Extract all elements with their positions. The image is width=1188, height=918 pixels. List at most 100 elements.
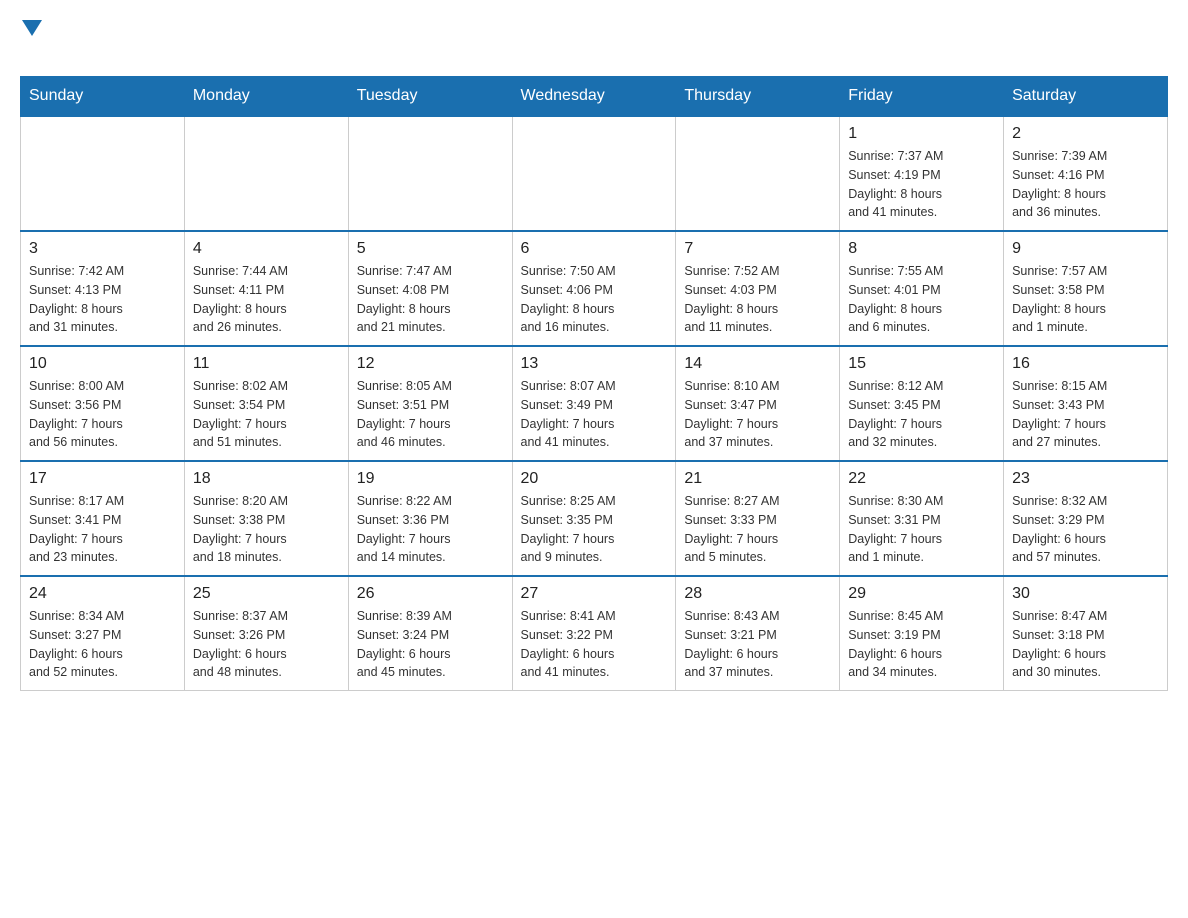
day-info: Sunrise: 7:50 AM Sunset: 4:06 PM Dayligh… (521, 262, 668, 337)
calendar-day: 12 Sunrise: 8:05 AM Sunset: 3:51 PM Dayli… (348, 346, 512, 461)
calendar-day: 9 Sunrise: 7:57 AM Sunset: 3:58 PM Daylig… (1004, 231, 1168, 346)
day-number: 1 (848, 125, 995, 143)
day-header-friday: Friday (840, 77, 1004, 117)
calendar-day: 4 Sunrise: 7:44 AM Sunset: 4:11 PM Daylig… (184, 231, 348, 346)
day-number: 6 (521, 240, 668, 258)
day-info: Sunrise: 8:07 AM Sunset: 3:49 PM Dayligh… (521, 377, 668, 452)
calendar-week-row: 17 Sunrise: 8:17 AM Sunset: 3:41 PM Dayli… (21, 461, 1168, 576)
calendar-day: 6 Sunrise: 7:50 AM Sunset: 4:06 PM Daylig… (512, 231, 676, 346)
calendar-day (348, 116, 512, 231)
day-number: 16 (1012, 355, 1159, 373)
calendar-day: 17 Sunrise: 8:17 AM Sunset: 3:41 PM Dayli… (21, 461, 185, 576)
calendar-day: 24 Sunrise: 8:34 AM Sunset: 3:27 PM Dayli… (21, 576, 185, 691)
day-header-thursday: Thursday (676, 77, 840, 117)
day-info: Sunrise: 7:39 AM Sunset: 4:16 PM Dayligh… (1012, 147, 1159, 222)
calendar-day: 19 Sunrise: 8:22 AM Sunset: 3:36 PM Dayli… (348, 461, 512, 576)
day-info: Sunrise: 8:37 AM Sunset: 3:26 PM Dayligh… (193, 607, 340, 682)
day-info: Sunrise: 8:47 AM Sunset: 3:18 PM Dayligh… (1012, 607, 1159, 682)
day-info: Sunrise: 7:55 AM Sunset: 4:01 PM Dayligh… (848, 262, 995, 337)
day-info: Sunrise: 8:43 AM Sunset: 3:21 PM Dayligh… (684, 607, 831, 682)
day-header-saturday: Saturday (1004, 77, 1168, 117)
day-number: 29 (848, 585, 995, 603)
day-info: Sunrise: 8:39 AM Sunset: 3:24 PM Dayligh… (357, 607, 504, 682)
day-info: Sunrise: 8:20 AM Sunset: 3:38 PM Dayligh… (193, 492, 340, 567)
day-number: 4 (193, 240, 340, 258)
day-number: 17 (29, 470, 176, 488)
day-info: Sunrise: 7:37 AM Sunset: 4:19 PM Dayligh… (848, 147, 995, 222)
calendar-week-row: 3Sunrise: 7:42 AM Sunset: 4:13 PM Daylig… (21, 231, 1168, 346)
day-header-tuesday: Tuesday (348, 77, 512, 117)
day-number: 15 (848, 355, 995, 373)
day-number: 30 (1012, 585, 1159, 603)
calendar-day: 10 Sunrise: 8:00 AM Sunset: 3:56 PM Dayli… (21, 346, 185, 461)
day-number: 13 (521, 355, 668, 373)
day-info: Sunrise: 7:47 AM Sunset: 4:08 PM Dayligh… (357, 262, 504, 337)
day-number: 12 (357, 355, 504, 373)
calendar-day: 1 Sunrise: 7:37 AM Sunset: 4:19 PM Daylig… (840, 116, 1004, 231)
day-info: Sunrise: 8:25 AM Sunset: 3:35 PM Dayligh… (521, 492, 668, 567)
calendar-day: 5Sunrise: 7:47 AM Sunset: 4:08 PM Daylig… (348, 231, 512, 346)
calendar-day: 3Sunrise: 7:42 AM Sunset: 4:13 PM Daylig… (21, 231, 185, 346)
day-number: 8 (848, 240, 995, 258)
calendar-day: 25 Sunrise: 8:37 AM Sunset: 3:26 PM Dayli… (184, 576, 348, 691)
calendar-week-row: 1 Sunrise: 7:37 AM Sunset: 4:19 PM Daylig… (21, 116, 1168, 231)
day-number: 22 (848, 470, 995, 488)
calendar-table: SundayMondayTuesdayWednesdayThursdayFrid… (20, 76, 1168, 691)
calendar-day: 14 Sunrise: 8:10 AM Sunset: 3:47 PM Dayli… (676, 346, 840, 461)
day-number: 27 (521, 585, 668, 603)
calendar-day: 30 Sunrise: 8:47 AM Sunset: 3:18 PM Dayli… (1004, 576, 1168, 691)
calendar-day: 21Sunrise: 8:27 AM Sunset: 3:33 PM Dayli… (676, 461, 840, 576)
day-header-monday: Monday (184, 77, 348, 117)
calendar-day: 29 Sunrise: 8:45 AM Sunset: 3:19 PM Dayli… (840, 576, 1004, 691)
calendar-day: 7 Sunrise: 7:52 AM Sunset: 4:03 PM Daylig… (676, 231, 840, 346)
calendar-day: 8 Sunrise: 7:55 AM Sunset: 4:01 PM Daylig… (840, 231, 1004, 346)
calendar-day: 20 Sunrise: 8:25 AM Sunset: 3:35 PM Dayli… (512, 461, 676, 576)
day-number: 25 (193, 585, 340, 603)
calendar-day: 15 Sunrise: 8:12 AM Sunset: 3:45 PM Dayli… (840, 346, 1004, 461)
calendar-week-row: 10 Sunrise: 8:00 AM Sunset: 3:56 PM Dayli… (21, 346, 1168, 461)
calendar-day: 16Sunrise: 8:15 AM Sunset: 3:43 PM Dayli… (1004, 346, 1168, 461)
calendar-day: 18 Sunrise: 8:20 AM Sunset: 3:38 PM Dayli… (184, 461, 348, 576)
day-info: Sunrise: 8:05 AM Sunset: 3:51 PM Dayligh… (357, 377, 504, 452)
day-info: Sunrise: 7:44 AM Sunset: 4:11 PM Dayligh… (193, 262, 340, 337)
calendar-header-row: SundayMondayTuesdayWednesdayThursdayFrid… (21, 77, 1168, 117)
day-info: Sunrise: 8:41 AM Sunset: 3:22 PM Dayligh… (521, 607, 668, 682)
day-number: 24 (29, 585, 176, 603)
calendar-day (184, 116, 348, 231)
day-info: Sunrise: 8:12 AM Sunset: 3:45 PM Dayligh… (848, 377, 995, 452)
day-number: 7 (684, 240, 831, 258)
day-info: Sunrise: 8:17 AM Sunset: 3:41 PM Dayligh… (29, 492, 176, 567)
day-info: Sunrise: 8:45 AM Sunset: 3:19 PM Dayligh… (848, 607, 995, 682)
day-number: 19 (357, 470, 504, 488)
day-number: 11 (193, 355, 340, 373)
day-info: Sunrise: 8:00 AM Sunset: 3:56 PM Dayligh… (29, 377, 176, 452)
day-number: 23 (1012, 470, 1159, 488)
day-number: 18 (193, 470, 340, 488)
day-number: 14 (684, 355, 831, 373)
day-info: Sunrise: 7:52 AM Sunset: 4:03 PM Dayligh… (684, 262, 831, 337)
day-number: 10 (29, 355, 176, 373)
calendar-day: 26 Sunrise: 8:39 AM Sunset: 3:24 PM Dayli… (348, 576, 512, 691)
day-info: Sunrise: 7:42 AM Sunset: 4:13 PM Dayligh… (29, 262, 176, 337)
calendar-day (512, 116, 676, 231)
calendar-day (676, 116, 840, 231)
day-number: 9 (1012, 240, 1159, 258)
day-info: Sunrise: 8:27 AM Sunset: 3:33 PM Dayligh… (684, 492, 831, 567)
page-header (20, 20, 1168, 66)
day-header-sunday: Sunday (21, 77, 185, 117)
calendar-day (21, 116, 185, 231)
calendar-day: 23Sunrise: 8:32 AM Sunset: 3:29 PM Dayli… (1004, 461, 1168, 576)
day-number: 2 (1012, 125, 1159, 143)
calendar-day: 11 Sunrise: 8:02 AM Sunset: 3:54 PM Dayli… (184, 346, 348, 461)
day-info: Sunrise: 7:57 AM Sunset: 3:58 PM Dayligh… (1012, 262, 1159, 337)
day-number: 20 (521, 470, 668, 488)
calendar-day: 13 Sunrise: 8:07 AM Sunset: 3:49 PM Dayli… (512, 346, 676, 461)
day-info: Sunrise: 8:10 AM Sunset: 3:47 PM Dayligh… (684, 377, 831, 452)
day-number: 26 (357, 585, 504, 603)
logo (20, 20, 42, 66)
day-info: Sunrise: 8:22 AM Sunset: 3:36 PM Dayligh… (357, 492, 504, 567)
day-info: Sunrise: 8:34 AM Sunset: 3:27 PM Dayligh… (29, 607, 176, 682)
calendar-day: 2 Sunrise: 7:39 AM Sunset: 4:16 PM Daylig… (1004, 116, 1168, 231)
calendar-day: 28Sunrise: 8:43 AM Sunset: 3:21 PM Dayli… (676, 576, 840, 691)
day-info: Sunrise: 8:02 AM Sunset: 3:54 PM Dayligh… (193, 377, 340, 452)
